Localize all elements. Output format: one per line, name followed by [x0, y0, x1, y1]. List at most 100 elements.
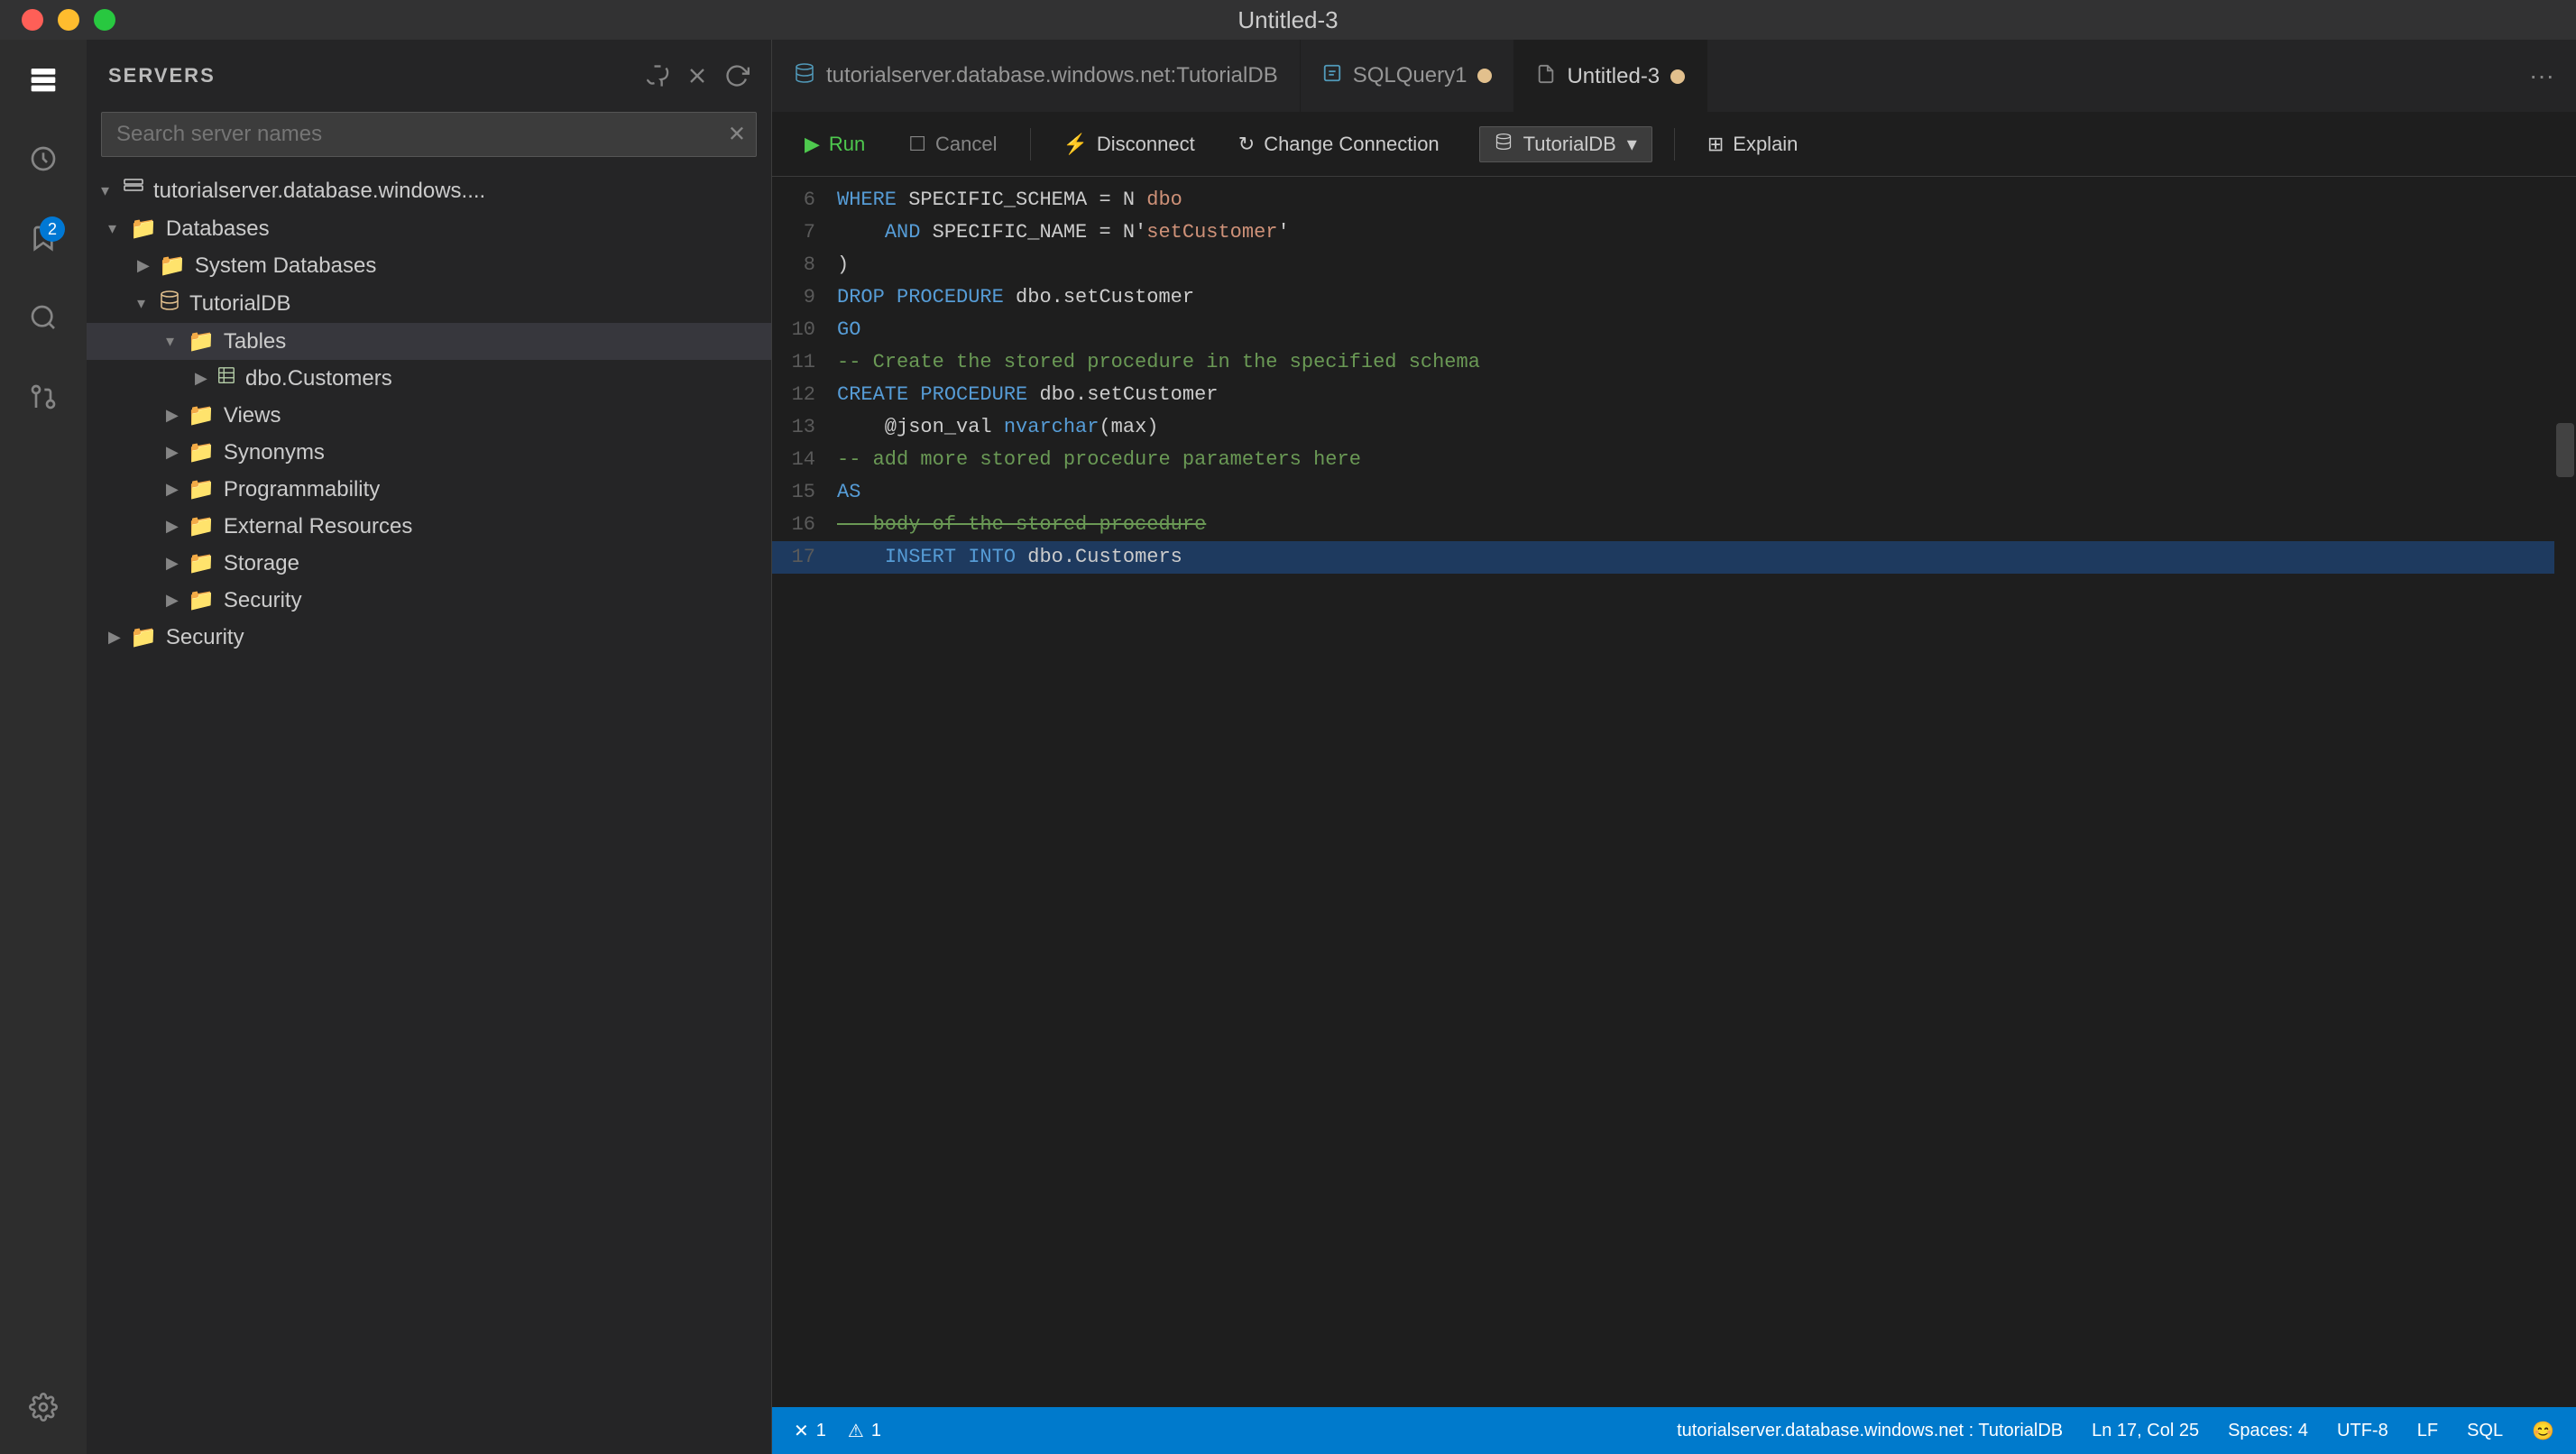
- tree-arrow: ▶: [108, 628, 130, 647]
- disconnect-button[interactable]: ⚡ Disconnect: [1053, 127, 1206, 161]
- tab-untitled3-label: Untitled-3: [1567, 64, 1660, 89]
- error-count[interactable]: ✕ 1: [794, 1420, 826, 1442]
- db-selector-label: TutorialDB: [1523, 133, 1616, 156]
- refresh-icon[interactable]: [724, 63, 750, 88]
- search-clear-icon[interactable]: ✕: [728, 122, 746, 148]
- sidebar-item-settings[interactable]: [18, 1389, 69, 1440]
- tree-item-tutorialdb[interactable]: ▾ TutorialDB: [87, 284, 771, 323]
- security-db-label: Security: [224, 588, 302, 613]
- tree-arrow: ▶: [166, 517, 188, 536]
- status-bar: ✕ 1 ⚠ 1 tutorialserver.database.windows.…: [772, 1407, 2576, 1454]
- tree-item-tables[interactable]: ▾ 📁 Tables: [87, 323, 771, 360]
- code-line-10: 10 GO: [772, 314, 2576, 346]
- toolbar-separator: [1030, 128, 1031, 161]
- cancel-button[interactable]: ☐ Cancel: [897, 127, 1007, 161]
- tree-arrow: ▶: [166, 591, 188, 610]
- sqlquery1-modified-dot: [1477, 69, 1492, 83]
- cancel-icon: ☐: [908, 133, 926, 156]
- tutorialdb-label: TutorialDB: [189, 291, 290, 317]
- sidebar-item-git[interactable]: [18, 372, 69, 422]
- badge-count: 2: [40, 216, 65, 242]
- tree-arrow: ▾: [166, 332, 188, 351]
- encoding-info: UTF-8: [2337, 1421, 2388, 1441]
- tree-item-programmability[interactable]: ▶ 📁 Programmability: [87, 471, 771, 508]
- tree-arrow: ▾: [137, 294, 159, 313]
- table-icon: [216, 365, 236, 391]
- warning-count[interactable]: ⚠ 1: [848, 1420, 881, 1442]
- tab-more-button[interactable]: ···: [2507, 61, 2576, 90]
- minimize-button[interactable]: [58, 9, 79, 31]
- folder-icon: 📁: [188, 402, 215, 428]
- tab-db-icon: [794, 62, 815, 90]
- code-line-16: 16 -- body of the stored procedure: [772, 509, 2576, 541]
- code-line-12: 12 CREATE PROCEDURE dbo.setCustomer: [772, 379, 2576, 411]
- titlebar: Untitled-3: [0, 0, 2576, 40]
- tree-item-security-db[interactable]: ▶ 📁 Security: [87, 582, 771, 619]
- tree-item-external-resources[interactable]: ▶ 📁 External Resources: [87, 508, 771, 545]
- system-databases-label: System Databases: [195, 253, 376, 279]
- warning-number: 1: [871, 1421, 881, 1441]
- folder-icon: 📁: [130, 216, 157, 242]
- search-input[interactable]: [101, 112, 757, 157]
- db-selector-chevron: ▾: [1627, 133, 1637, 156]
- main-code-editor[interactable]: 6 WHERE SPECIFIC_SCHEMA = N dbo 7 AND SP…: [772, 177, 2576, 1407]
- traffic-lights: [22, 9, 115, 31]
- sidebar-item-bookmarks[interactable]: 2: [18, 213, 69, 263]
- tree-item-storage[interactable]: ▶ 📁 Storage: [87, 545, 771, 582]
- language-info[interactable]: SQL: [2467, 1421, 2503, 1441]
- activity-bar: 2: [0, 40, 87, 1454]
- tree-item-system-databases[interactable]: ▶ 📁 System Databases: [87, 247, 771, 284]
- external-resources-label: External Resources: [224, 514, 412, 539]
- upper-code-lines: 6 WHERE SPECIFIC_SCHEMA = N dbo 7 AND SP…: [772, 177, 2576, 1407]
- tab-sqlquery1[interactable]: SQLQuery1: [1301, 40, 1515, 112]
- tree-item-security-top[interactable]: ▶ 📁 Security: [87, 619, 771, 656]
- spaces-info: Spaces: 4: [2228, 1421, 2308, 1441]
- tab-sql-icon: [1322, 63, 1342, 89]
- status-right: tutorialserver.database.windows.net : Tu…: [1677, 1420, 2554, 1442]
- tree-item-views[interactable]: ▶ 📁 Views: [87, 397, 771, 434]
- folder-icon: 📁: [188, 328, 215, 354]
- disconnect-icon: ⚡: [1063, 133, 1088, 156]
- tree-item-customers[interactable]: ▶ dbo.Customers: [87, 360, 771, 397]
- database-selector[interactable]: TutorialDB ▾: [1479, 126, 1652, 162]
- code-line-9: 9 DROP PROCEDURE dbo.setCustomer: [772, 281, 2576, 314]
- tree-arrow: ▾: [101, 181, 123, 200]
- tree-item-synonyms[interactable]: ▶ 📁 Synonyms: [87, 434, 771, 471]
- smiley-icon: 😊: [2532, 1420, 2554, 1442]
- tree-item-server[interactable]: ▾ tutorialserver.database.windows....: [87, 171, 771, 210]
- editor-area: tutorialserver.database.windows.net:Tuto…: [772, 40, 2576, 1454]
- db-selector-icon: [1495, 133, 1513, 156]
- scrollbar-thumb[interactable]: [2556, 423, 2574, 477]
- error-number: 1: [816, 1421, 826, 1441]
- eol-info: LF: [2417, 1421, 2438, 1441]
- sidebar-item-history[interactable]: [18, 133, 69, 184]
- databases-label: Databases: [166, 216, 270, 242]
- run-button[interactable]: ▶ Run: [794, 127, 876, 161]
- sidebar: SERVERS ✕ ▾ tutorialserver.database.wind…: [87, 40, 772, 1454]
- tree-arrow: ▶: [166, 480, 188, 499]
- new-connection-icon[interactable]: [645, 63, 670, 88]
- explain-button[interactable]: ⊞ Explain: [1697, 127, 1809, 161]
- code-line-17: 17 INSERT INTO dbo.Customers: [772, 541, 2576, 574]
- sidebar-item-search[interactable]: [18, 292, 69, 343]
- tab-untitled3[interactable]: Untitled-3: [1514, 40, 1707, 112]
- sidebar-item-servers[interactable]: [18, 54, 69, 105]
- error-icon: ✕: [794, 1420, 809, 1442]
- code-line-15: 15 AS: [772, 476, 2576, 509]
- close-button[interactable]: [22, 9, 43, 31]
- folder-icon: 📁: [188, 550, 215, 576]
- scrollbar-track[interactable]: [2554, 177, 2576, 1407]
- disconnect-icon[interactable]: [685, 63, 710, 88]
- window-title: Untitled-3: [1237, 6, 1338, 34]
- status-left: ✕ 1 ⚠ 1: [794, 1420, 881, 1442]
- folder-icon: 📁: [159, 253, 186, 279]
- views-label: Views: [224, 403, 281, 428]
- tab-connection-label: tutorialserver.database.windows.net:Tuto…: [826, 63, 1278, 88]
- maximize-button[interactable]: [94, 9, 115, 31]
- folder-icon: 📁: [188, 513, 215, 539]
- tab-connection[interactable]: tutorialserver.database.windows.net:Tuto…: [772, 40, 1301, 112]
- programmability-label: Programmability: [224, 477, 380, 502]
- tree-item-databases[interactable]: ▾ 📁 Databases: [87, 210, 771, 247]
- explain-icon: ⊞: [1707, 133, 1724, 156]
- change-connection-button[interactable]: ↻ Change Connection: [1228, 127, 1450, 161]
